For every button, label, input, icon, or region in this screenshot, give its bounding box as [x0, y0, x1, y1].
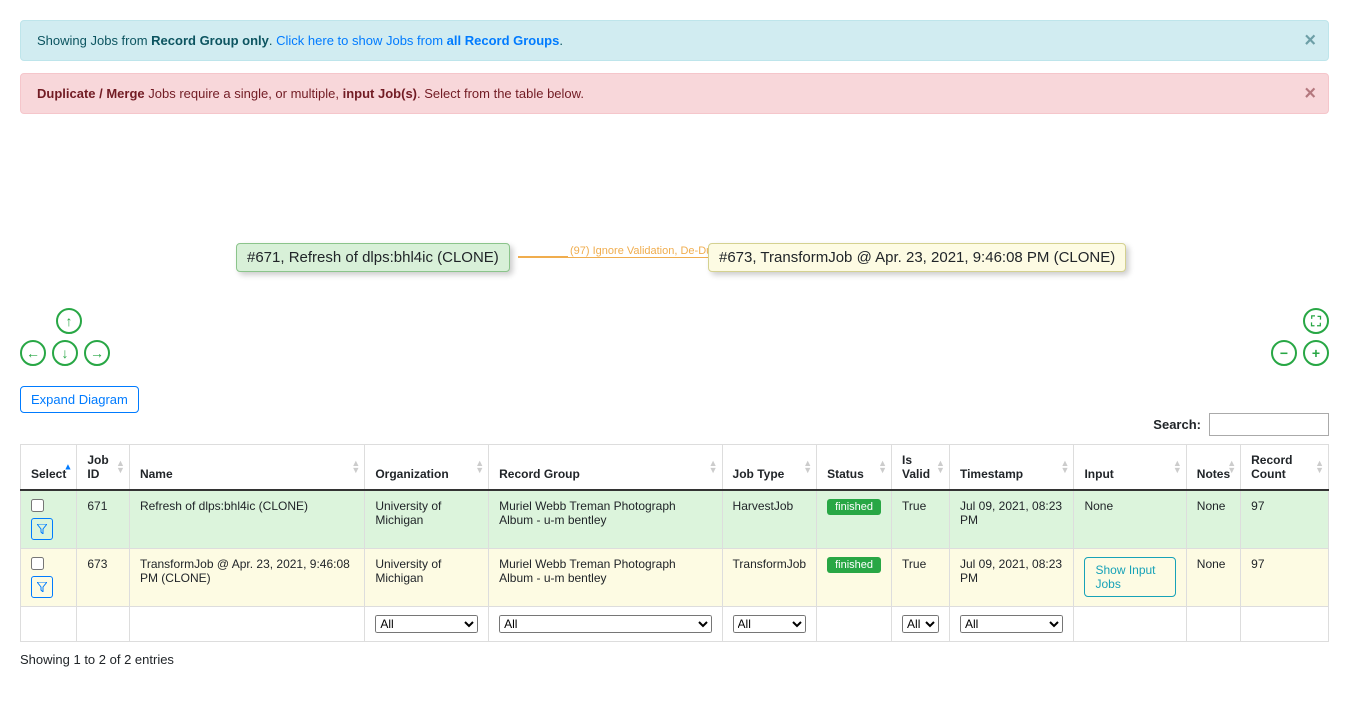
- table-row: 671Refresh of dlps:bhl4ic (CLONE)Univers…: [21, 490, 1329, 549]
- close-icon[interactable]: ×: [1304, 82, 1316, 105]
- col-status[interactable]: Status▲▼: [817, 445, 892, 491]
- cell-timestamp: Jul 09, 2021, 08:23 PM: [949, 490, 1074, 549]
- filter-row: All All All All All: [21, 607, 1329, 642]
- col-organization[interactable]: Organization▲▼: [365, 445, 489, 491]
- zoom-in-icon[interactable]: +: [1303, 340, 1329, 366]
- row-checkbox[interactable]: [31, 557, 44, 570]
- col-name[interactable]: Name▲▼: [129, 445, 364, 491]
- jobs-table: Select▲ Job ID▲▼ Name▲▼ Organization▲▼ R…: [20, 444, 1329, 642]
- show-all-groups-link[interactable]: Click here to show Jobs from all Record …: [276, 33, 559, 48]
- col-record-count[interactable]: Record Count▲▼: [1241, 445, 1329, 491]
- filter-job-type[interactable]: All: [733, 615, 807, 633]
- filter-record-group[interactable]: All: [499, 615, 711, 633]
- col-input[interactable]: Input▲▼: [1074, 445, 1186, 491]
- alert-text: Showing Jobs from Record Group only. Cli…: [37, 33, 563, 48]
- cell-organization: University of Michigan: [365, 490, 489, 549]
- cell-input: Show Input Jobs: [1074, 549, 1186, 607]
- table-info: Showing 1 to 2 of 2 entries: [20, 652, 1329, 667]
- cell-timestamp: Jul 09, 2021, 08:23 PM: [949, 549, 1074, 607]
- filter-icon[interactable]: [31, 518, 53, 540]
- close-icon[interactable]: ×: [1304, 29, 1316, 52]
- cell-job_id: 673: [77, 549, 130, 607]
- cell-name: Refresh of dlps:bhl4ic (CLONE): [129, 490, 364, 549]
- cell-job_type: HarvestJob: [722, 490, 817, 549]
- filter-organization[interactable]: All: [375, 615, 478, 633]
- pan-right-icon[interactable]: →: [84, 340, 110, 366]
- pan-up-icon[interactable]: ↑: [56, 308, 82, 334]
- alert-text: Duplicate / Merge Jobs require a single,…: [37, 86, 584, 101]
- col-timestamp[interactable]: Timestamp▲▼: [949, 445, 1074, 491]
- cell-organization: University of Michigan: [365, 549, 489, 607]
- expand-diagram-button[interactable]: Expand Diagram: [20, 386, 139, 413]
- pan-left-icon[interactable]: ←: [20, 340, 46, 366]
- cell-input: None: [1074, 490, 1186, 549]
- col-notes[interactable]: Notes▲▼: [1186, 445, 1240, 491]
- pan-down-icon[interactable]: ↓: [52, 340, 78, 366]
- col-is-valid[interactable]: Is Valid▲▼: [892, 445, 950, 491]
- col-select[interactable]: Select▲: [21, 445, 77, 491]
- cell-job_type: TransformJob: [722, 549, 817, 607]
- cell-record_group: Muriel Webb Treman Photograph Album - u-…: [489, 490, 722, 549]
- status-badge: finished: [827, 499, 881, 515]
- show-input-jobs-button[interactable]: Show Input Jobs: [1084, 557, 1175, 597]
- diagram-node-671[interactable]: #671, Refresh of dlps:bhl4ic (CLONE): [236, 243, 510, 272]
- col-job-id[interactable]: Job ID▲▼: [77, 445, 130, 491]
- filter-timestamp[interactable]: All: [960, 615, 1064, 633]
- table-row: 673TransformJob @ Apr. 23, 2021, 9:46:08…: [21, 549, 1329, 607]
- search-label: Search:: [1153, 417, 1201, 432]
- filter-icon[interactable]: [31, 576, 53, 598]
- pan-controls: ↑ ← ↓ →: [20, 308, 110, 366]
- zoom-fit-icon[interactable]: ⛶: [1303, 308, 1329, 334]
- search-input[interactable]: [1209, 413, 1329, 436]
- cell-job_id: 671: [77, 490, 130, 549]
- cell-record_count: 97: [1241, 549, 1329, 607]
- cell-name: TransformJob @ Apr. 23, 2021, 9:46:08 PM…: [129, 549, 364, 607]
- zoom-controls: ⛶ − +: [1271, 308, 1329, 366]
- status-badge: finished: [827, 557, 881, 573]
- cell-record_count: 97: [1241, 490, 1329, 549]
- col-job-type[interactable]: Job Type▲▼: [722, 445, 817, 491]
- diagram-node-673[interactable]: #673, TransformJob @ Apr. 23, 2021, 9:46…: [708, 243, 1126, 272]
- col-record-group[interactable]: Record Group▲▼: [489, 445, 722, 491]
- row-checkbox[interactable]: [31, 499, 44, 512]
- cell-is_valid: True: [892, 549, 950, 607]
- alert-danger-banner: Duplicate / Merge Jobs require a single,…: [20, 73, 1329, 114]
- filter-is-valid[interactable]: All: [902, 615, 939, 633]
- cell-status: finished: [817, 549, 892, 607]
- cell-notes: None: [1186, 549, 1240, 607]
- cell-record_group: Muriel Webb Treman Photograph Album - u-…: [489, 549, 722, 607]
- cell-notes: None: [1186, 490, 1240, 549]
- cell-is_valid: True: [892, 490, 950, 549]
- alert-info-banner: Showing Jobs from Record Group only. Cli…: [20, 20, 1329, 61]
- job-diagram[interactable]: (97) Ignore Validation, De-Dupe #671, Re…: [20, 126, 1329, 376]
- diagram-edge-label: (97) Ignore Validation, De-Dupe: [568, 245, 727, 257]
- cell-status: finished: [817, 490, 892, 549]
- zoom-out-icon[interactable]: −: [1271, 340, 1297, 366]
